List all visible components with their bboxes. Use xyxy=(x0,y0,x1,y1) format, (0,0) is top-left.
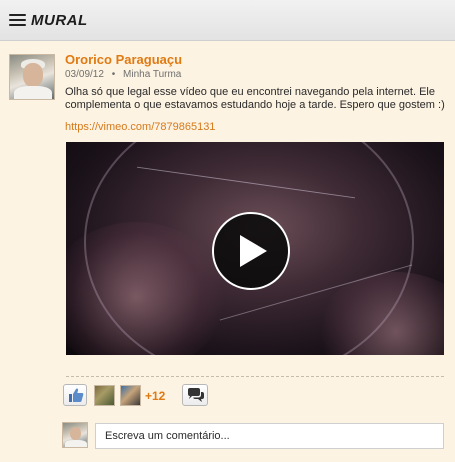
video-link[interactable]: https://vimeo.com/7879865131 xyxy=(65,121,215,133)
like-count[interactable]: +12 xyxy=(145,389,165,403)
comment-input[interactable] xyxy=(95,423,444,449)
post-meta: 03/09/12 • Minha Turma xyxy=(65,69,181,80)
post-group[interactable]: Minha Turma xyxy=(123,69,181,80)
play-icon xyxy=(240,235,267,267)
speech-bubbles-icon xyxy=(188,388,204,402)
like-button[interactable] xyxy=(63,384,87,406)
author-avatar[interactable] xyxy=(9,54,55,100)
top-bar: MURAL xyxy=(0,0,455,41)
author-name[interactable]: Ororico Paraguaçu xyxy=(65,52,182,67)
meta-separator: • xyxy=(111,69,116,80)
liker-avatar[interactable] xyxy=(120,385,141,406)
play-button[interactable] xyxy=(212,212,290,290)
post-text: Olha só que legal esse vídeo que eu enco… xyxy=(65,86,445,111)
video-player[interactable] xyxy=(66,142,444,355)
current-user-avatar xyxy=(62,422,88,448)
page-title: MURAL xyxy=(31,12,88,29)
liker-avatar[interactable] xyxy=(94,385,115,406)
post-date: 03/09/12 xyxy=(65,69,104,80)
thumbs-up-icon xyxy=(69,388,84,402)
comment-button[interactable] xyxy=(182,384,208,406)
hamburger-menu-icon[interactable] xyxy=(9,14,26,26)
divider xyxy=(66,376,444,377)
